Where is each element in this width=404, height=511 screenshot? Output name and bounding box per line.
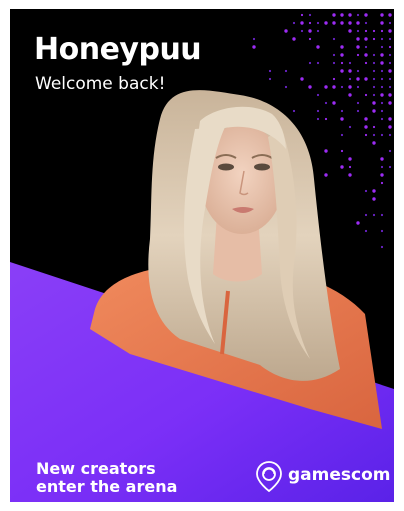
- welcome-message: Welcome back!: [35, 74, 166, 94]
- gamescom-pin-logo-icon: [256, 461, 282, 493]
- brand-name: gamescom: [288, 464, 391, 485]
- creator-name-title: Honeypuu: [34, 32, 202, 67]
- tagline-line-2: enter the arena: [36, 477, 178, 496]
- gamescom-brand-logo: gamescom: [255, 460, 390, 494]
- campaign-tagline: New creators enter the arena: [36, 460, 216, 496]
- tagline-line-1: New creators: [36, 459, 156, 478]
- creator-promo-card: Honeypuu Welcome back! New creators ente…: [10, 9, 394, 502]
